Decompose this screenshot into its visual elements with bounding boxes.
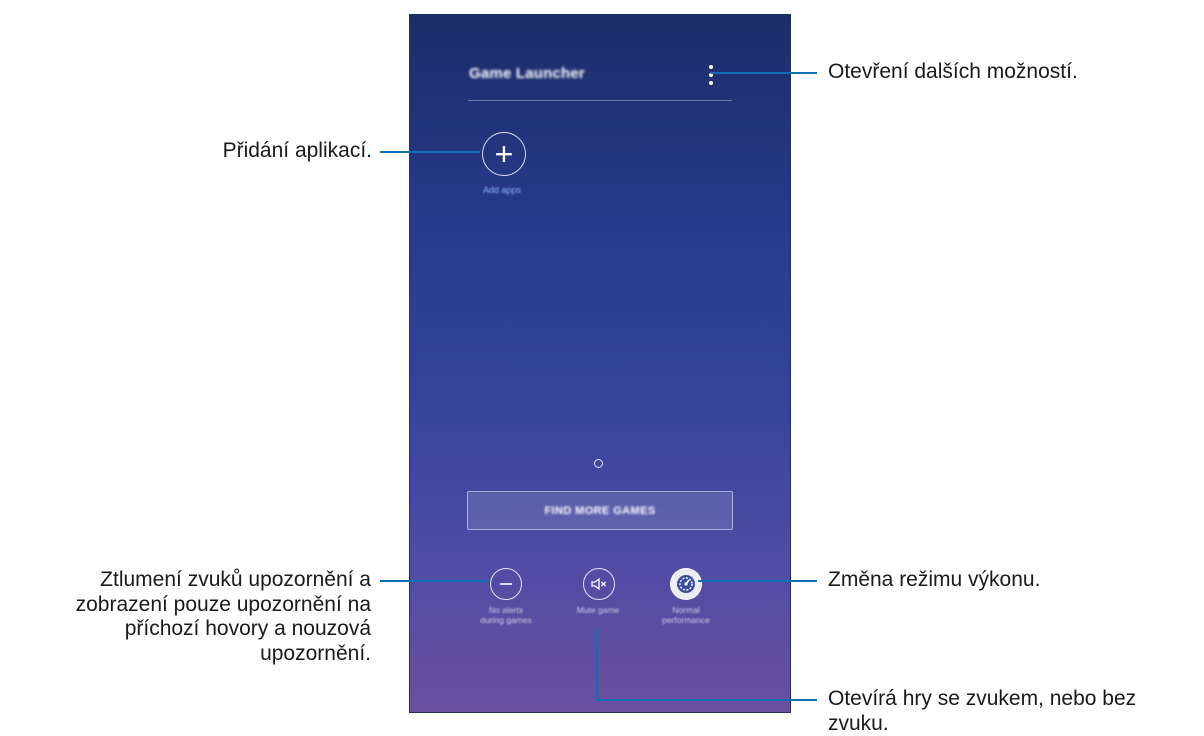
minus-circle-icon bbox=[498, 576, 514, 592]
callout-add-apps: Přidání aplikací. bbox=[150, 139, 372, 164]
callout-line-add-apps bbox=[380, 151, 480, 153]
mute-game-button[interactable] bbox=[583, 568, 615, 600]
callout-line-mute-vertical bbox=[596, 629, 598, 701]
add-apps-button[interactable]: + bbox=[482, 132, 526, 176]
callout-no-alerts-line1: Ztlumení zvuků upozornění a bbox=[0, 568, 371, 593]
game-launcher-screen: Game Launcher + Add apps FIND MORE GAMES… bbox=[409, 14, 791, 713]
performance-label-line1: Normal bbox=[646, 605, 726, 615]
speaker-muted-icon bbox=[590, 576, 608, 592]
callout-line-more-options bbox=[711, 72, 817, 74]
callout-mute-game-line2: zvuku. bbox=[828, 712, 1136, 736]
performance-mode-button[interactable] bbox=[670, 568, 702, 600]
callout-no-alerts-line2: zobrazení pouze upozornění na bbox=[0, 593, 371, 618]
callout-performance: Změna režimu výkonu. bbox=[828, 568, 1040, 593]
no-alerts-label-line1: No alerts bbox=[466, 605, 546, 615]
no-alerts-label: No alerts during games bbox=[466, 605, 546, 625]
plus-icon: + bbox=[495, 138, 514, 170]
callout-line-performance bbox=[698, 580, 817, 582]
mute-game-label: Mute game bbox=[558, 605, 638, 615]
add-apps-label: Add apps bbox=[472, 185, 532, 195]
performance-label: Normal performance bbox=[646, 605, 726, 625]
find-more-games-label: FIND MORE GAMES bbox=[544, 505, 655, 517]
no-alerts-button[interactable] bbox=[490, 568, 522, 600]
callout-no-alerts-line3: příchozí hovory a nouzová bbox=[0, 617, 371, 642]
callout-mute-game: Otevírá hry se zvukem, nebo bez zvuku. bbox=[828, 687, 1136, 736]
speedometer-icon bbox=[675, 573, 697, 595]
no-alerts-label-line2: during games bbox=[466, 615, 546, 625]
callout-no-alerts-line4: upozornění. bbox=[0, 642, 371, 667]
more-options-icon[interactable] bbox=[707, 65, 715, 85]
performance-label-line2: performance bbox=[646, 615, 726, 625]
header-divider bbox=[468, 100, 732, 101]
page-indicator bbox=[594, 459, 603, 468]
find-more-games-button[interactable]: FIND MORE GAMES bbox=[467, 491, 733, 530]
app-title: Game Launcher bbox=[469, 65, 585, 82]
callout-line-no-alerts bbox=[380, 580, 488, 582]
callout-more-options: Otevření dalších možností. bbox=[828, 60, 1078, 85]
callout-no-alerts: Ztlumení zvuků upozornění a zobrazení po… bbox=[0, 568, 371, 666]
callout-line-mute-horizontal bbox=[596, 699, 817, 701]
callout-mute-game-line1: Otevírá hry se zvukem, nebo bez bbox=[828, 687, 1136, 712]
